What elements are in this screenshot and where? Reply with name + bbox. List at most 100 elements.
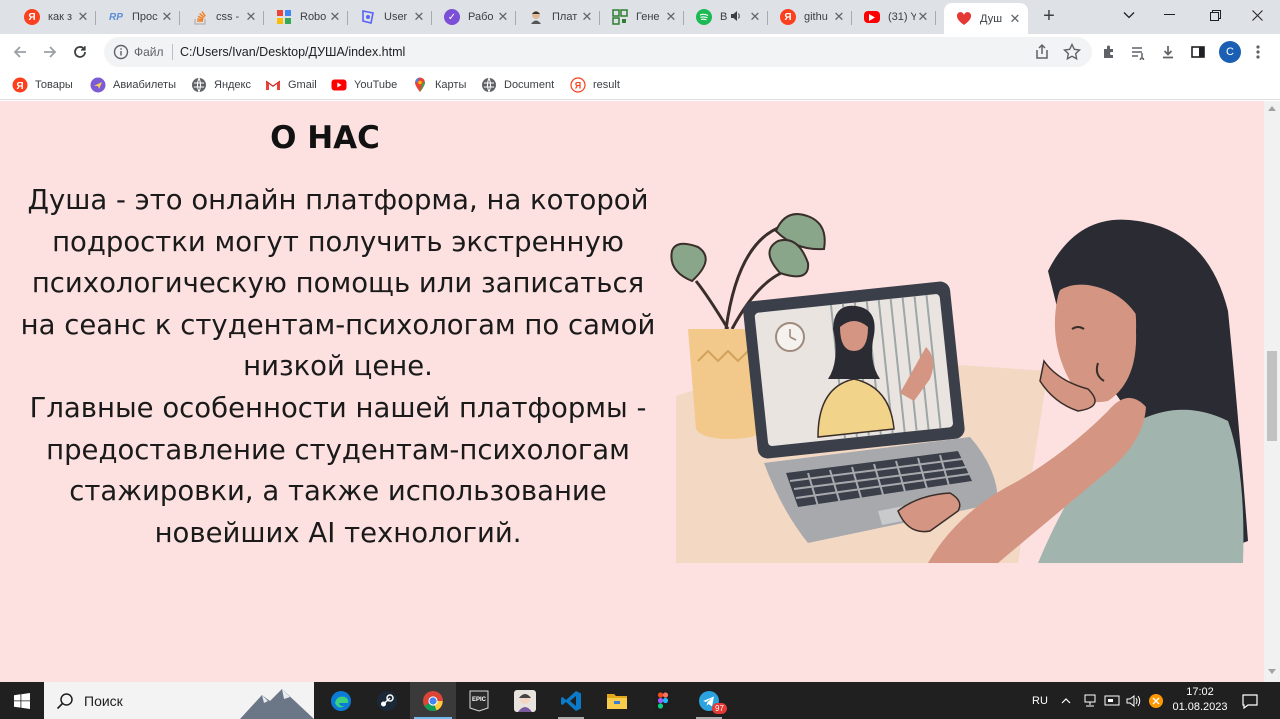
telegram-app[interactable]: 97 bbox=[686, 682, 732, 719]
action-center-icon[interactable] bbox=[1238, 682, 1262, 719]
profile-avatar[interactable]: C bbox=[1219, 41, 1241, 63]
tab-9[interactable]: В ✕ bbox=[684, 3, 768, 31]
tab-7[interactable]: Плат ✕ bbox=[516, 3, 600, 31]
download-icon[interactable] bbox=[1157, 41, 1179, 63]
file-explorer-app[interactable] bbox=[594, 682, 640, 719]
device-icon[interactable] bbox=[1102, 682, 1122, 719]
bookmark-label: Яндекс bbox=[214, 79, 251, 91]
tab-2[interactable]: RP Прос ✕ bbox=[96, 3, 180, 31]
bookmark-tovary[interactable]: Я Товары bbox=[12, 76, 73, 94]
bookmark-aviabilety[interactable]: Авиабилеты bbox=[90, 76, 176, 94]
tab-10[interactable]: Я githu ✕ bbox=[768, 3, 852, 31]
scroll-up-icon[interactable] bbox=[1268, 106, 1276, 111]
url-scheme-label: Файл bbox=[134, 45, 164, 59]
tab-8[interactable]: Гене ✕ bbox=[600, 3, 684, 31]
bookmark-gmail[interactable]: Gmail bbox=[265, 76, 317, 94]
bookmarks-bar: Я Товары Авиабилеты Яндекс Gmail YouTube… bbox=[0, 70, 1280, 100]
bookmark-document[interactable]: Document bbox=[481, 76, 554, 94]
extensions-icon[interactable] bbox=[1098, 41, 1120, 63]
media-queue-icon[interactable] bbox=[1127, 41, 1149, 63]
tab-title: Плат bbox=[552, 11, 578, 23]
url-text[interactable]: C:/Users/Ivan/Desktop/ДУША/index.html bbox=[180, 45, 405, 59]
side-panel-icon[interactable] bbox=[1187, 41, 1209, 63]
robo-icon bbox=[276, 9, 292, 25]
close-icon[interactable]: ✕ bbox=[832, 9, 846, 25]
share-icon[interactable] bbox=[1032, 42, 1052, 62]
tab-4[interactable]: Robo ✕ bbox=[264, 3, 348, 31]
game-character-icon bbox=[514, 689, 536, 712]
volume-icon[interactable] bbox=[1124, 682, 1144, 719]
tab-1[interactable]: Я как з ✕ bbox=[12, 3, 96, 31]
restore-button[interactable] bbox=[1192, 0, 1238, 30]
arrow-right-icon bbox=[44, 46, 57, 58]
tab-12-active[interactable]: Душ ✕ bbox=[944, 3, 1028, 34]
bookmark-karty[interactable]: Карты bbox=[412, 76, 466, 94]
page-title: О НАС bbox=[270, 120, 380, 156]
bookmark-result[interactable]: Я result bbox=[570, 76, 620, 94]
youtube-icon bbox=[864, 11, 880, 23]
language-indicator[interactable]: RU bbox=[1026, 682, 1054, 719]
tab-title: Прос bbox=[132, 11, 158, 23]
address-bar[interactable]: Файл C:/Users/Ivan/Desktop/ДУША/index.ht… bbox=[104, 37, 1092, 67]
close-icon[interactable]: ✕ bbox=[748, 9, 762, 25]
back-button[interactable] bbox=[6, 38, 34, 66]
page-scrollbar[interactable] bbox=[1264, 101, 1280, 682]
close-icon[interactable]: ✕ bbox=[664, 9, 678, 25]
tab-title: Robo bbox=[300, 11, 327, 23]
scrollbar-thumb[interactable] bbox=[1267, 351, 1277, 441]
minimize-button[interactable] bbox=[1146, 0, 1192, 30]
tab-3[interactable]: css - ✕ bbox=[180, 3, 264, 31]
edge-app[interactable] bbox=[318, 682, 364, 719]
taskbar-search[interactable]: Поиск bbox=[44, 682, 314, 719]
globe-icon bbox=[191, 77, 207, 93]
close-icon[interactable]: ✕ bbox=[496, 9, 510, 25]
tab-6[interactable]: ✓ Рабо ✕ bbox=[432, 3, 516, 31]
epic-games-app[interactable]: EPIC bbox=[456, 682, 502, 719]
tab-title: User bbox=[384, 11, 408, 23]
notification-app-icon[interactable] bbox=[1146, 682, 1166, 719]
speaker-icon[interactable] bbox=[730, 10, 742, 25]
close-window-button[interactable] bbox=[1234, 0, 1280, 30]
close-icon[interactable]: ✕ bbox=[244, 9, 258, 25]
star-icon[interactable] bbox=[1062, 42, 1082, 62]
figma-app[interactable] bbox=[640, 682, 686, 719]
close-icon[interactable]: ✕ bbox=[580, 9, 594, 25]
forward-button[interactable] bbox=[36, 38, 64, 66]
vscode-icon bbox=[561, 690, 581, 711]
search-placeholder: Поиск bbox=[84, 692, 123, 709]
steam-app[interactable] bbox=[364, 682, 410, 719]
tab-5[interactable]: User ✕ bbox=[348, 3, 432, 31]
scroll-down-icon[interactable] bbox=[1268, 669, 1276, 674]
network-icon[interactable] bbox=[1080, 682, 1100, 719]
close-icon[interactable]: ✕ bbox=[1008, 11, 1022, 27]
reload-button[interactable] bbox=[66, 38, 94, 66]
epic-games-icon: EPIC bbox=[469, 690, 489, 712]
tab-title: githu bbox=[804, 11, 828, 23]
close-icon[interactable]: ✕ bbox=[412, 9, 426, 25]
user-icon bbox=[360, 9, 376, 25]
tray-chevron-icon[interactable] bbox=[1058, 682, 1074, 719]
windows-taskbar: Поиск EPIC 97 RU 17:02 01.08.2023 bbox=[0, 682, 1280, 719]
tab-title: Рабо bbox=[468, 11, 494, 23]
yandex-icon: Я bbox=[780, 9, 796, 25]
more-menu-icon[interactable] bbox=[1247, 41, 1269, 63]
close-icon[interactable]: ✕ bbox=[160, 9, 174, 25]
bookmark-yandex[interactable]: Яндекс bbox=[191, 76, 251, 94]
online-therapy-illustration bbox=[670, 213, 1248, 564]
yandex-icon: Я bbox=[24, 9, 40, 25]
vscode-app[interactable] bbox=[548, 682, 594, 719]
about-paragraph-1: Душа - это онлайн платформа, на которой … bbox=[20, 184, 656, 383]
game-app[interactable] bbox=[502, 682, 548, 719]
start-button[interactable] bbox=[0, 682, 44, 719]
system-clock[interactable]: 17:02 01.08.2023 bbox=[1165, 685, 1235, 715]
close-icon[interactable]: ✕ bbox=[328, 9, 342, 25]
close-icon[interactable]: ✕ bbox=[76, 9, 90, 25]
info-icon[interactable] bbox=[112, 43, 130, 61]
close-icon[interactable]: ✕ bbox=[916, 9, 930, 25]
bookmark-youtube[interactable]: YouTube bbox=[331, 76, 397, 94]
new-tab-button[interactable]: + bbox=[1037, 5, 1061, 29]
chrome-app[interactable] bbox=[410, 682, 456, 719]
steam-icon bbox=[377, 690, 397, 711]
tab-11[interactable]: (31) Y ✕ bbox=[852, 3, 936, 31]
spotify-icon bbox=[696, 9, 712, 25]
